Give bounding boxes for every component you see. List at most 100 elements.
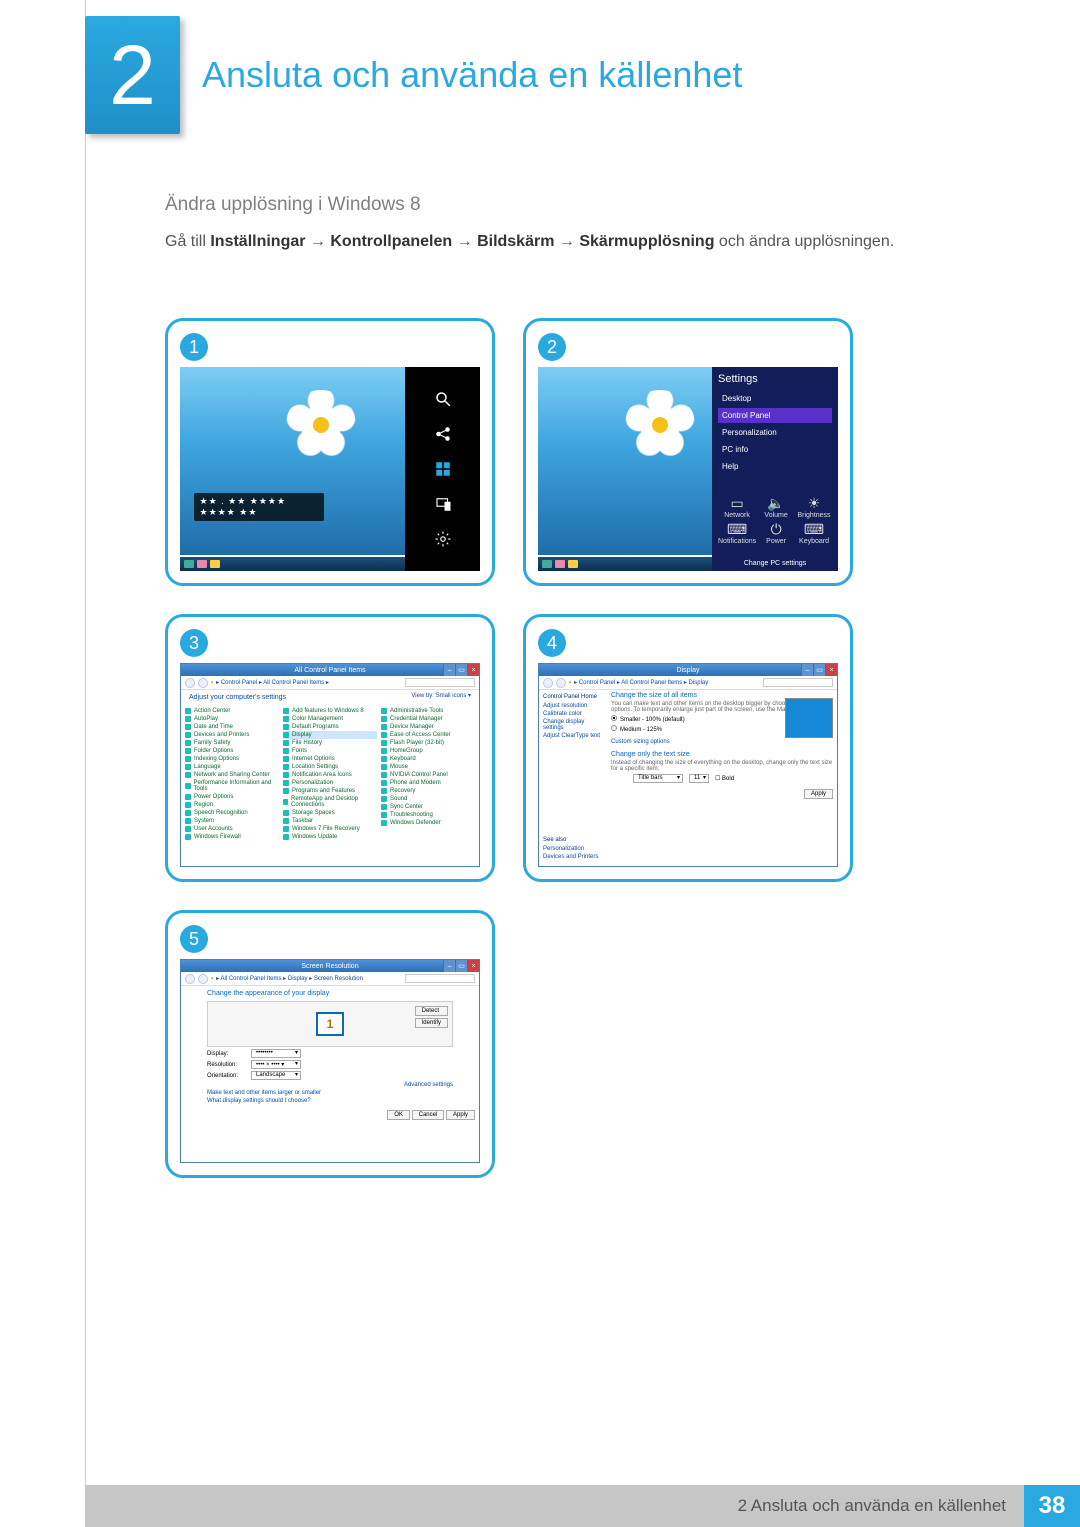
- breadcrumb[interactable]: ▸ All Control Panel Items ▸ Display ▸ Sc…: [216, 975, 363, 982]
- back-button[interactable]: [543, 678, 553, 688]
- close-button[interactable]: ×: [825, 664, 837, 676]
- identify-button[interactable]: Identify: [415, 1018, 448, 1028]
- resolution-select[interactable]: •••• × •••• ▾: [251, 1060, 301, 1069]
- apply-button[interactable]: Apply: [804, 789, 833, 799]
- cp-item[interactable]: Windows 7 File Recovery: [283, 825, 377, 833]
- breadcrumb[interactable]: ▸ Control Panel ▸ All Control Panel Item…: [216, 679, 329, 686]
- cp-item[interactable]: Folder Options: [185, 747, 279, 755]
- cancel-button[interactable]: Cancel: [412, 1110, 445, 1120]
- detect-button[interactable]: Detect: [415, 1006, 448, 1016]
- keyboard-icon[interactable]: ⌨Keyboard: [796, 521, 832, 545]
- fwd-button[interactable]: [556, 678, 566, 688]
- ok-button[interactable]: OK: [387, 1110, 410, 1120]
- see-link[interactable]: Devices and Printers: [543, 854, 598, 860]
- max-button[interactable]: ▭: [455, 960, 467, 972]
- bold-checkbox[interactable]: ☐ Bold: [715, 775, 734, 782]
- cp-item[interactable]: Action Center: [185, 707, 279, 715]
- cp-item[interactable]: Add features to Windows 8: [283, 707, 377, 715]
- cp-item[interactable]: Speech Recognition: [185, 809, 279, 817]
- cp-item[interactable]: User Accounts: [185, 825, 279, 833]
- left-link[interactable]: Adjust resolution: [543, 703, 605, 709]
- cp-item[interactable]: Recovery: [381, 787, 475, 795]
- cp-item[interactable]: Storage Spaces: [283, 809, 377, 817]
- cp-item[interactable]: Flash Player (32-bit): [381, 739, 475, 747]
- max-button[interactable]: ▭: [455, 664, 467, 676]
- cp-item[interactable]: Phone and Modem: [381, 779, 475, 787]
- search-charm[interactable]: [434, 390, 452, 408]
- devices-charm[interactable]: [434, 495, 452, 513]
- search-input[interactable]: [405, 678, 475, 687]
- cp-item[interactable]: Troubleshooting: [381, 811, 475, 819]
- settings-item[interactable]: Personalization: [718, 425, 832, 440]
- cp-item[interactable]: Taskbar: [283, 817, 377, 825]
- cp-item[interactable]: Power Options: [185, 793, 279, 801]
- search-input[interactable]: [405, 974, 475, 983]
- cp-item[interactable]: Personalization: [283, 779, 377, 787]
- size-select[interactable]: 11: [689, 774, 709, 783]
- cp-item[interactable]: Keyboard: [381, 755, 475, 763]
- cp-item[interactable]: File History: [283, 739, 377, 747]
- taskbar[interactable]: [538, 557, 712, 571]
- power-icon[interactable]: ⏻Power: [758, 521, 794, 545]
- fwd-button[interactable]: [198, 974, 208, 984]
- cp-item[interactable]: Fonts: [283, 747, 377, 755]
- max-button[interactable]: ▭: [813, 664, 825, 676]
- settings-item-control-panel[interactable]: Control Panel: [718, 408, 832, 423]
- settings-charm[interactable]: [434, 530, 452, 548]
- cp-item[interactable]: Windows Defender: [381, 819, 475, 827]
- cp-item[interactable]: Administrative Tools: [381, 707, 475, 715]
- cp-item[interactable]: NVIDIA Control Panel: [381, 771, 475, 779]
- monitor-icon[interactable]: 1: [316, 1012, 344, 1036]
- resize-link[interactable]: Make text and other items larger or smal…: [207, 1090, 475, 1096]
- apply-button[interactable]: Apply: [446, 1110, 475, 1120]
- taskbar[interactable]: [180, 557, 405, 571]
- cp-item[interactable]: Sound: [381, 795, 475, 803]
- left-link[interactable]: Calibrate color: [543, 711, 605, 717]
- cp-item[interactable]: Region: [185, 801, 279, 809]
- cp-item[interactable]: Programs and Features: [283, 787, 377, 795]
- cp-item[interactable]: Notification Area Icons: [283, 771, 377, 779]
- cp-item[interactable]: Family Safety: [185, 739, 279, 747]
- cp-item[interactable]: RemoteApp and Desktop Connections: [283, 795, 377, 809]
- custom-link[interactable]: Custom sizing options: [611, 739, 670, 745]
- cp-item[interactable]: Performance Information and Tools: [185, 779, 279, 793]
- settings-item[interactable]: PC info: [718, 442, 832, 457]
- cp-item[interactable]: Windows Firewall: [185, 833, 279, 841]
- close-button[interactable]: ×: [467, 960, 479, 972]
- back-button[interactable]: [185, 974, 195, 984]
- back-button[interactable]: [185, 678, 195, 688]
- help-link[interactable]: What display settings should I choose?: [207, 1098, 475, 1104]
- cp-item[interactable]: Default Programs: [283, 723, 377, 731]
- item-select[interactable]: Title bars: [633, 774, 683, 783]
- cp-item[interactable]: Windows Update: [283, 833, 377, 841]
- cp-item[interactable]: Language: [185, 763, 279, 771]
- cp-home-link[interactable]: Control Panel Home: [543, 694, 605, 700]
- orientation-select[interactable]: Landscape: [251, 1071, 301, 1080]
- change-pc-settings-link[interactable]: Change PC settings: [712, 560, 838, 567]
- cp-item[interactable]: System: [185, 817, 279, 825]
- fwd-button[interactable]: [198, 678, 208, 688]
- cp-item-display[interactable]: Display: [283, 731, 377, 739]
- display-select[interactable]: ••••••••: [251, 1049, 301, 1058]
- start-charm[interactable]: [434, 460, 452, 478]
- cp-item[interactable]: AutoPlay: [185, 715, 279, 723]
- min-button[interactable]: –: [443, 960, 455, 972]
- cp-item[interactable]: Ease of Access Center: [381, 731, 475, 739]
- cp-item[interactable]: Credential Manager: [381, 715, 475, 723]
- close-button[interactable]: ×: [467, 664, 479, 676]
- volume-icon[interactable]: 🔈Volume: [758, 495, 794, 519]
- cp-item[interactable]: Internet Options: [283, 755, 377, 763]
- cp-item[interactable]: Device Manager: [381, 723, 475, 731]
- cp-item[interactable]: Color Management: [283, 715, 377, 723]
- cp-item[interactable]: Date and Time: [185, 723, 279, 731]
- view-by[interactable]: View by: Small icons ▾: [411, 692, 471, 699]
- cp-item[interactable]: HomeGroup: [381, 747, 475, 755]
- see-link[interactable]: Personalization: [543, 846, 598, 852]
- advanced-settings-link[interactable]: Advanced settings: [207, 1082, 453, 1088]
- left-link[interactable]: Adjust ClearType text: [543, 733, 605, 739]
- cp-item[interactable]: Network and Sharing Center: [185, 771, 279, 779]
- cp-item[interactable]: Sync Center: [381, 803, 475, 811]
- settings-item[interactable]: Desktop: [718, 391, 832, 406]
- notifications-icon[interactable]: ⌨Notifications: [718, 521, 756, 545]
- min-button[interactable]: –: [801, 664, 813, 676]
